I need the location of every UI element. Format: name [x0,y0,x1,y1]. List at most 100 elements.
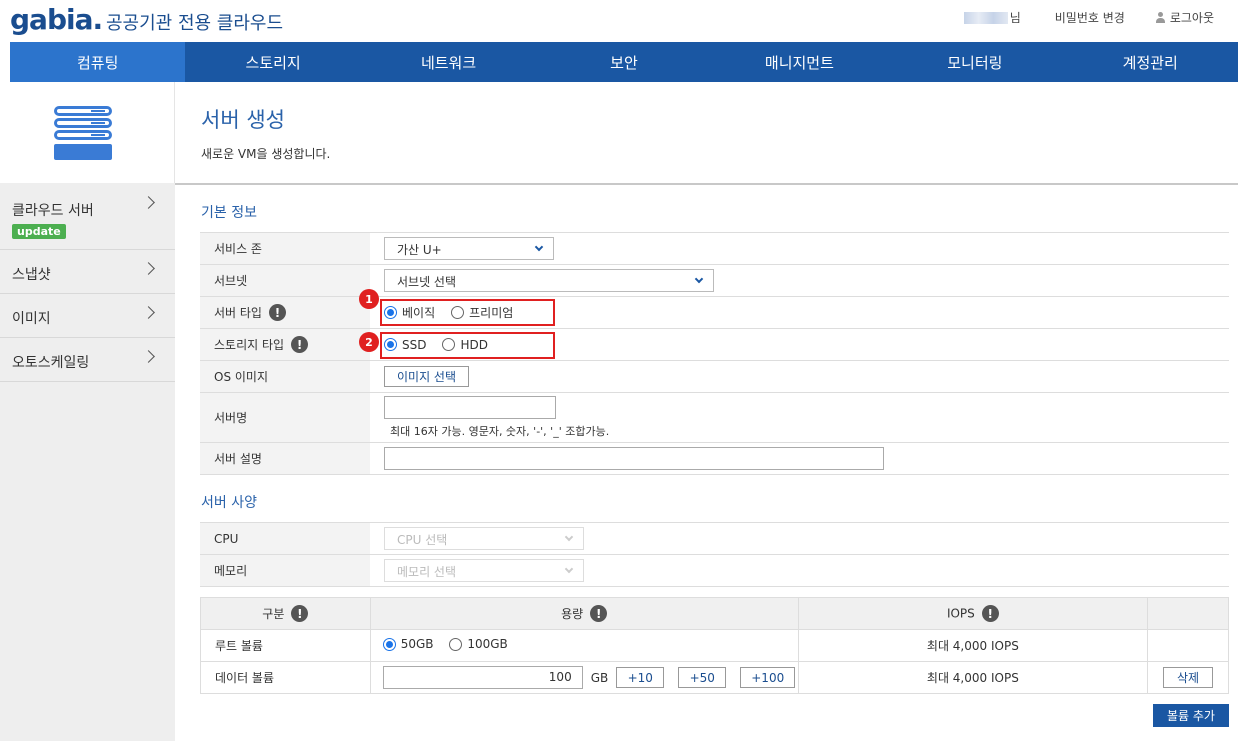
user-suffix: 님 [1009,11,1021,25]
root-50gb-radio[interactable]: 50GB [382,637,434,652]
update-badge: update [12,224,66,239]
row-service-zone: 서비스 존 가산 U+ [200,233,1229,265]
section-server-spec: 서버 사양 [201,495,257,511]
volume-col-action [1147,597,1229,630]
chevron-right-icon [142,350,155,363]
add-10gb-button[interactable]: +10 [616,667,665,688]
nav-management[interactable]: 매니지먼트 [712,42,887,82]
nav-security[interactable]: 보안 [536,42,711,82]
delete-volume-button[interactable]: 삭제 [1163,667,1214,688]
volume-col-type: 구분! [200,597,371,630]
server-stack-icon [54,106,112,160]
highlight-box-2 [380,332,555,359]
subnet-select[interactable]: 서브넷 선택 [384,269,714,292]
basic-info-table: 서비스 존 가산 U+ 서브넷 서브넷 선택 서버 타입! 베이직 프리미엄 스… [200,232,1229,475]
user-name: 님 [963,9,1021,26]
sidebar-item-label: 오토스케일링 [12,355,90,371]
marker-2: 2 [359,332,379,352]
chevron-down-icon [564,564,574,574]
nav-network[interactable]: 네트워크 [361,42,536,82]
volume-col-size: 용량! [369,597,799,630]
info-icon[interactable]: ! [291,336,309,353]
sidebar-header [0,82,175,183]
sidebar: 클라우드 서버 update 스냅샷 이미지 오토스케일링 [0,82,175,741]
site-subtitle: 공공기관 전용 클라우드 [106,13,284,34]
data-volume-label: 데이터 볼륨 [200,661,371,694]
row-os-image: OS 이미지 이미지 선택 [200,361,1229,393]
info-icon[interactable]: ! [590,605,608,623]
table-row: 데이터 볼륨 100 GB +10 +50 +100 최대 4,000 IOPS… [200,661,1229,694]
select-image-button[interactable]: 이미지 선택 [384,366,470,387]
root-volume-iops: 최대 4,000 IOPS [797,629,1149,662]
add-50gb-button[interactable]: +50 [678,667,727,688]
radio-unchecked-icon [449,637,463,651]
add-volume-button[interactable]: 볼륨 추가 [1153,704,1229,727]
data-volume-size-input[interactable]: 100 [382,666,583,689]
person-icon [1155,11,1166,24]
cpu-select[interactable]: CPU 선택 [384,527,584,550]
add-100gb-button[interactable]: +100 [740,667,796,688]
change-password-link[interactable]: 비밀번호 변경 [1055,9,1125,26]
nav-account[interactable]: 계정관리 [1063,42,1238,82]
sidebar-item-label: 이미지 [12,311,51,327]
highlight-box-1 [380,299,555,326]
root-volume-action [1147,629,1229,662]
server-type-label-cell: 서버 타입! [200,297,370,328]
root-volume-size-cell: 50GB 100GB [369,629,799,662]
table-row: 루트 볼륨 50GB 100GB 최대 4,000 IOPS [200,629,1229,662]
chevron-down-icon [564,532,574,542]
section-basic-info: 기본 정보 [201,205,257,221]
nav-storage[interactable]: 스토리지 [185,42,360,82]
row-server-desc: 서버 설명 [200,443,1229,475]
root-50gb-label: 50GB [400,637,434,652]
server-type-label: 서버 타입 [214,306,262,320]
cpu-label: CPU [200,523,370,554]
info-icon[interactable]: ! [291,605,309,623]
marker-1: 1 [359,289,379,309]
sidebar-item-autoscaling[interactable]: 오토스케일링 [0,338,175,382]
data-volume-action: 삭제 [1147,661,1229,694]
service-zone-value: 가산 U+ [397,243,442,257]
sidebar-item-label: 스냅샷 [12,267,51,283]
page-title: 서버 생성 [201,108,285,132]
data-volume-unit: GB [590,670,609,685]
sidebar-item-snapshot[interactable]: 스냅샷 [0,250,175,294]
nav-computing[interactable]: 컴퓨팅 [10,42,186,82]
root-volume-label: 루트 볼륨 [200,629,371,662]
storage-type-label: 스토리지 타입 [214,338,285,352]
memory-label: 메모리 [200,555,370,586]
chevron-right-icon [142,306,155,319]
memory-select[interactable]: 메모리 선택 [384,559,584,582]
sidebar-item-image[interactable]: 이미지 [0,294,175,338]
service-zone-select[interactable]: 가산 U+ [384,237,554,260]
row-memory: 메모리 메모리 선택 [200,555,1229,587]
logout-label: 로그아웃 [1169,11,1214,25]
server-name-hint: 최대 16자 가능. 영문자, 숫자, '-', '_' 조합가능. [390,425,610,438]
server-desc-input[interactable] [384,447,884,470]
sidebar-item-cloud-server[interactable]: 클라우드 서버 update [0,184,175,250]
info-icon[interactable]: ! [981,605,999,622]
gabia-logo[interactable]: gabia. [10,3,103,36]
main-content: 서버 생성 새로운 VM을 생성합니다. 기본 정보 서비스 존 가산 U+ 서… [175,82,1238,741]
os-image-label: OS 이미지 [200,361,370,392]
root-100gb-label: 100GB [467,637,508,652]
logout-link[interactable]: 로그아웃 [1155,9,1214,26]
info-icon[interactable]: ! [268,304,286,321]
main-nav: 컴퓨팅 스토리지 네트워크 보안 매니지먼트 모니터링 계정관리 [10,42,1238,82]
blurred-username [963,11,1008,24]
row-subnet: 서브넷 서브넷 선택 [200,265,1229,297]
sidebar-item-label: 클라우드 서버 [12,203,94,219]
root-100gb-radio[interactable]: 100GB [449,637,508,652]
subnet-value: 서브넷 선택 [397,275,457,289]
server-name-input[interactable] [384,396,556,419]
volume-header-row: 구분! 용량! IOPS! [200,597,1229,630]
cpu-placeholder: CPU 선택 [397,533,448,547]
top-links: 님 비밀번호 변경 로그아웃 [963,9,1214,26]
row-server-type: 서버 타입! 베이직 프리미엄 [200,297,1229,329]
sidebar-menu: 클라우드 서버 update 스냅샷 이미지 오토스케일링 [0,184,175,382]
row-cpu: CPU CPU 선택 [200,523,1229,555]
chevron-down-icon [534,242,544,252]
nav-monitoring[interactable]: 모니터링 [887,42,1062,82]
subnet-label: 서브넷 [200,265,370,296]
server-desc-label: 서버 설명 [200,443,370,474]
